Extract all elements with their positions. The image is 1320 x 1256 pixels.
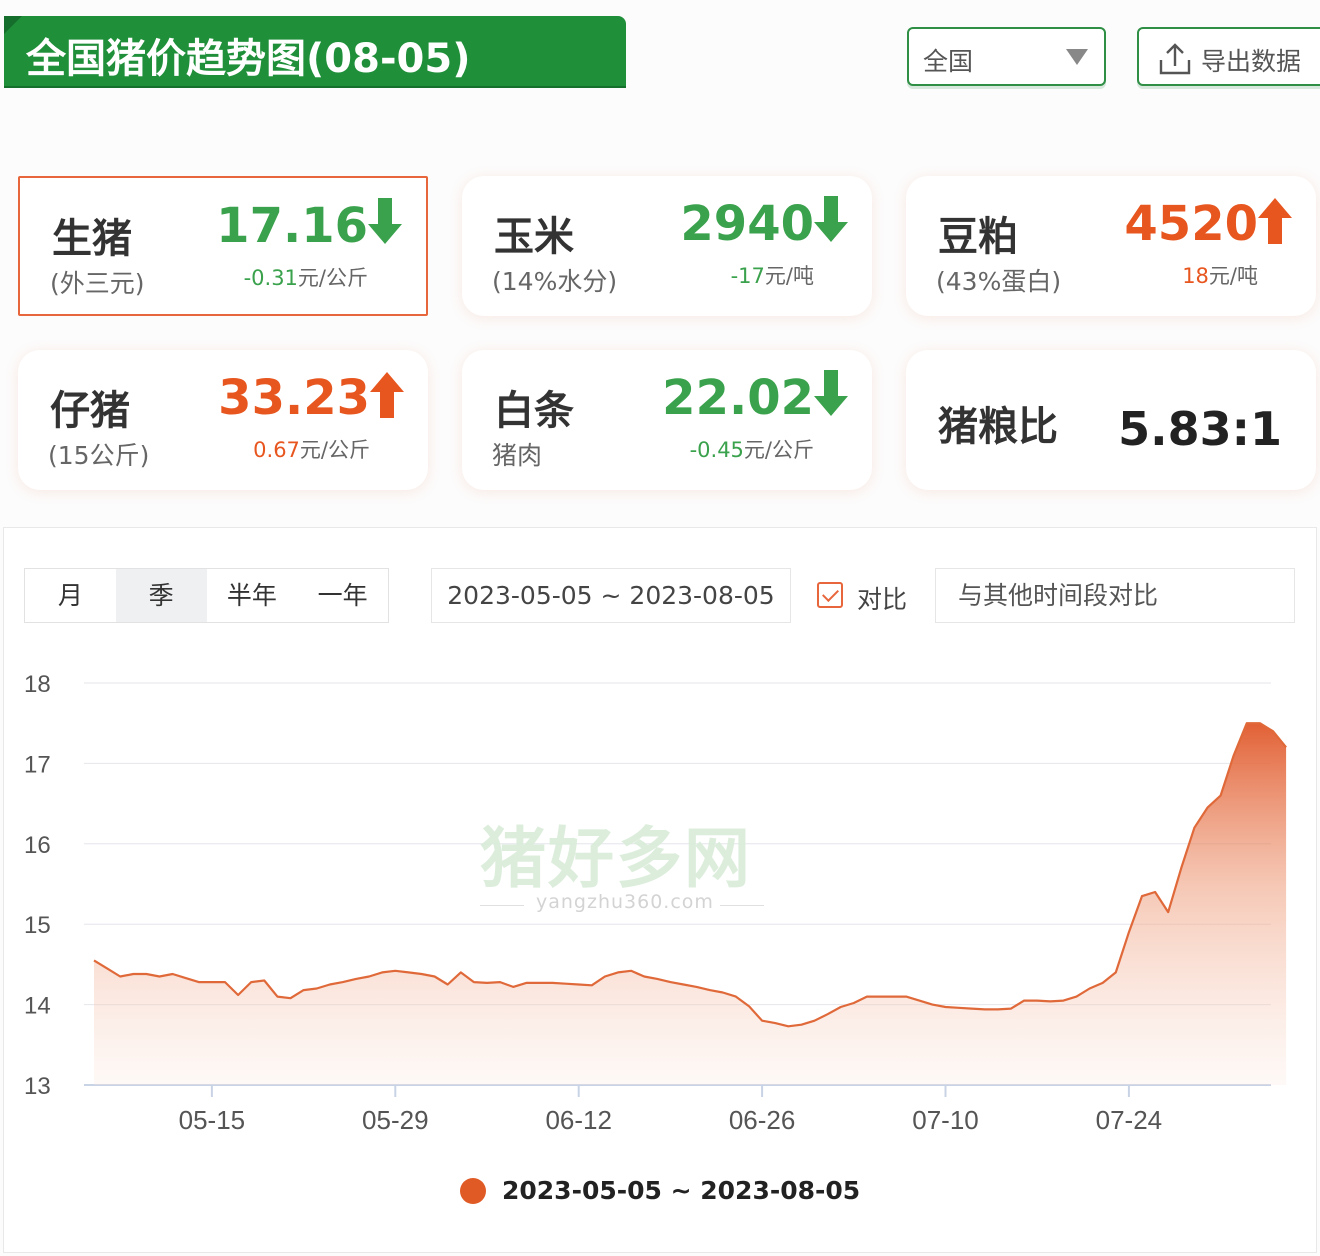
y-tick-label: 14 — [24, 993, 51, 1020]
watermark-rule — [720, 905, 764, 906]
x-tick-label: 07-24 — [1096, 1105, 1163, 1135]
legend-swatch — [460, 1178, 486, 1204]
legend-label: 2023-05-05 ~ 2023-08-05 — [502, 1176, 861, 1205]
y-tick-label: 13 — [24, 1073, 51, 1100]
y-tick-label: 17 — [24, 751, 51, 778]
y-tick-label: 15 — [24, 912, 51, 939]
watermark-text: 猪好多网 — [480, 819, 752, 897]
x-tick-label: 07-10 — [912, 1105, 979, 1135]
x-tick-label: 06-26 — [729, 1105, 796, 1135]
y-tick-label: 16 — [24, 832, 51, 859]
watermark-rule — [480, 905, 524, 906]
watermark-url: yangzhu360.com — [536, 891, 714, 913]
x-tick-label: 06-12 — [545, 1105, 612, 1135]
page: 全国猪价趋势图(08-05) 全国 导出数据 生猪 (外三元) 17.16 -0… — [0, 0, 1320, 1256]
y-tick-label: 18 — [24, 671, 51, 698]
x-tick-label: 05-15 — [179, 1105, 246, 1135]
x-tick-label: 05-29 — [362, 1105, 429, 1135]
price-chart: 13 14 15 16 17 18 05-15 05-29 06-12 06-26 07-10 07-… — [24, 671, 1287, 1135]
watermark: 猪好多网 yangzhu360.com — [480, 805, 770, 915]
